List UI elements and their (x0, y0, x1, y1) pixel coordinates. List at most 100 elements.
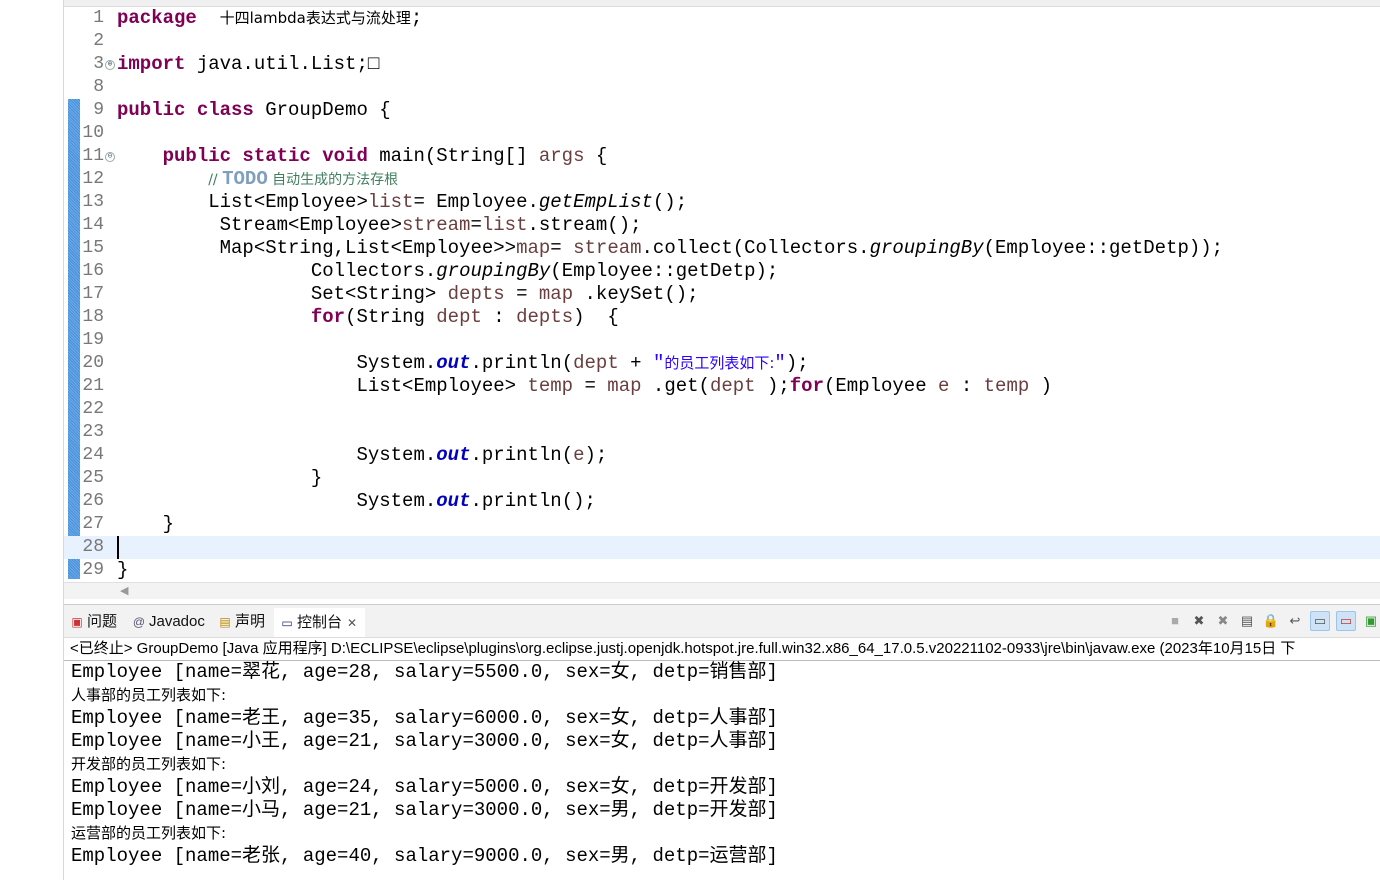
code-line[interactable]: 8 (64, 76, 1380, 99)
code-line[interactable]: 29} (64, 559, 1380, 582)
line-number: 19 (82, 330, 104, 350)
tab-console[interactable]: ▭ 控制台 ✕ (274, 608, 366, 637)
line-number: 23 (82, 422, 104, 442)
code-token: List<Employee> (117, 375, 528, 397)
code-token: ); (584, 444, 608, 466)
console-line: 人事部的员工列表如下: (71, 686, 227, 704)
code-line[interactable]: 14 Stream<Employee>stream=list.stream(); (64, 214, 1380, 237)
code-line[interactable]: 18 for(String dept : depts) { (64, 306, 1380, 329)
scroll-lock-icon[interactable]: 🔒 (1262, 612, 1280, 630)
declaration-icon: ▤ (219, 615, 231, 629)
code-token: out (436, 490, 471, 512)
code-line[interactable]: 2 (64, 30, 1380, 53)
code-editor[interactable]: 1 package 十四lambda表达式与流处理; 2 3 ⊕ import java.… (64, 7, 1380, 582)
code-token: .collect(Collectors. (641, 237, 870, 259)
code-line[interactable]: 22 (64, 398, 1380, 421)
code-line[interactable]: 12 // TODO 自动生成的方法存根 (64, 168, 1380, 191)
collapse-icon[interactable]: ⊖ (105, 152, 115, 162)
line-number: 28 (82, 537, 104, 557)
code-token: .println( (470, 444, 574, 466)
tab-problems[interactable]: ▣ 问题 (70, 611, 117, 633)
editor-tab-strip[interactable] (64, 0, 1380, 7)
remove-all-icon[interactable]: ✖ (1214, 612, 1232, 630)
show-on-stdout-icon[interactable]: ▭ (1310, 611, 1330, 631)
code-token: e (938, 375, 950, 397)
code-text: Set<String> depts = map .keySet(); (117, 283, 699, 306)
code-line[interactable]: 21 List<Employee> temp = map .get(dept )… (64, 375, 1380, 398)
code-line[interactable]: 15 Map<String,List<Employee>>map= stream… (64, 237, 1380, 260)
code-token: GroupDemo { (253, 99, 391, 121)
code-token: map (516, 237, 551, 259)
code-token: import (117, 53, 186, 75)
code-token: } (117, 559, 129, 581)
code-line[interactable]: 16 Collectors.groupingBy(Employee::getDe… (64, 260, 1380, 283)
code-line[interactable]: 27 } (64, 513, 1380, 536)
code-token: .println(); (470, 490, 596, 512)
code-line[interactable]: 10 (64, 122, 1380, 145)
code-line[interactable]: 23 (64, 421, 1380, 444)
code-token: ); (785, 352, 809, 374)
code-line[interactable]: 13 List<Employee>list= Employee.getEmpLi… (64, 191, 1380, 214)
code-text: public class GroupDemo { (117, 99, 391, 122)
pin-console-icon[interactable]: ▣ (1362, 612, 1380, 630)
tab-declaration[interactable]: ▤ 声明 (218, 611, 265, 633)
code-token: = Employee. (413, 191, 539, 213)
code-line[interactable]: 28 (64, 536, 1380, 559)
word-wrap-icon[interactable]: ↩ (1286, 612, 1304, 630)
code-token: 十四lambda表达式与流处理 (219, 9, 411, 27)
console-output[interactable]: Employee [name=翠花, age=28, salary=5500.0… (64, 661, 1380, 868)
code-token: 的员工列表如下: (664, 354, 775, 372)
code-line[interactable]: 17 Set<String> depts = map .keySet(); (64, 283, 1380, 306)
code-token: □ (367, 53, 380, 75)
code-token: package (117, 7, 197, 29)
line-number: 17 (82, 284, 104, 304)
close-icon[interactable]: ✕ (345, 616, 359, 630)
code-line[interactable]: 1 package 十四lambda表达式与流处理; (64, 7, 1380, 30)
clear-console-icon[interactable]: ▤ (1238, 612, 1256, 630)
code-token: stream (573, 237, 642, 259)
code-line[interactable]: 20 System.out.println(dept + "的员工列表如下:")… (64, 352, 1380, 375)
code-token: (String (345, 306, 437, 328)
line-number: 25 (82, 468, 104, 488)
code-line[interactable]: 24 System.out.println(e); (64, 444, 1380, 467)
code-text: public static void main(String[] args { (117, 145, 608, 168)
code-token: getEmpList (538, 191, 653, 213)
code-line[interactable]: 26 System.out.println(); (64, 490, 1380, 513)
code-token: " (774, 352, 786, 374)
code-line[interactable]: 9 public class GroupDemo { (64, 99, 1380, 122)
code-token: Map<String,List<Employee>> (117, 237, 517, 259)
code-token: groupingBy (436, 260, 551, 282)
code-token: ) (1029, 375, 1053, 397)
console-line: Employee [name=小王, age=21, salary=3000.0… (71, 730, 778, 752)
horizontal-scrollbar[interactable]: ◀ (64, 582, 1380, 599)
line-number: 21 (82, 376, 104, 396)
console-line: Employee [name=翠花, age=28, salary=5500.0… (71, 661, 778, 683)
terminate-icon[interactable]: ■ (1166, 612, 1184, 630)
code-text: } (117, 467, 322, 490)
left-panel (0, 0, 64, 880)
code-token: java.util.List; (185, 53, 368, 75)
console-panel: ▣ 问题 @ Javadoc ▤ 声明 ▭ 控制台 ✕ ■ ✖ ✖ ▤ 🔒 ↩ ▭ ▭ ▣… (64, 604, 1380, 880)
code-line[interactable]: 19 (64, 329, 1380, 352)
code-line[interactable]: 11 ⊖ public static void main(String[] arg… (64, 145, 1380, 168)
line-number: 18 (82, 307, 104, 327)
scroll-left-icon[interactable]: ◀ (120, 584, 128, 597)
code-token: (Employee::getDetp)); (983, 237, 1224, 259)
code-token: list (367, 191, 414, 213)
show-on-stderr-icon[interactable]: ▭ (1336, 611, 1356, 631)
code-token: stream (402, 214, 471, 236)
code-text: } (117, 513, 174, 536)
code-token: (Employee (823, 375, 939, 397)
line-number: 9 (93, 100, 104, 120)
line-number: 22 (82, 399, 104, 419)
expand-icon[interactable]: ⊕ (105, 60, 115, 70)
code-token: Collectors. (117, 260, 437, 282)
code-line[interactable]: 3 ⊕ import java.util.List;□ (64, 53, 1380, 76)
code-token: out (436, 444, 471, 466)
remove-launch-icon[interactable]: ✖ (1190, 612, 1208, 630)
tab-javadoc[interactable]: @ Javadoc (132, 611, 205, 633)
code-token: groupingBy (869, 237, 984, 259)
code-line[interactable]: 25 } (64, 467, 1380, 490)
